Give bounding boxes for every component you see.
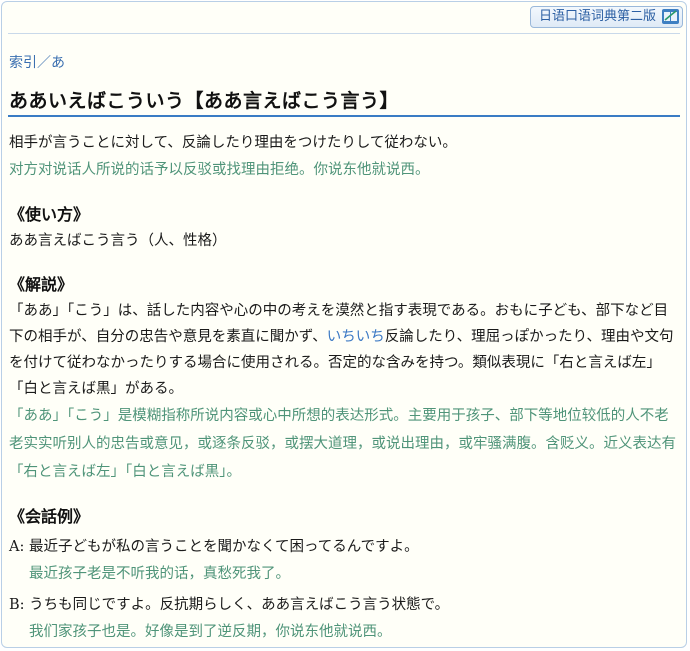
explanation-jp: 「ああ」「こう」は、話した内容や心の中の考えを漠然と指す表現である。おもに子ども… — [9, 298, 678, 402]
dictionary-name: 日语口语词典第二版 — [538, 9, 656, 24]
conversation-heading: 《会話例》 — [9, 507, 90, 526]
dialogue-a-zh: 最近孩子老是不听我的话，真愁死我了。 — [29, 566, 290, 582]
dialogue-b-jp: うちも同じですよ。反抗期らしく、ああ言えばこう言う状態で。 — [29, 597, 450, 613]
breadcrumb-current-link[interactable]: あ — [51, 55, 65, 71]
dictionary-badge-button[interactable]: 日语口语词典第二版 — [529, 6, 683, 28]
dialogue-line-b: B: うちも同じですよ。反抗期らしく、ああ言えばこう言う状態で。 我们家孩子也是… — [9, 592, 678, 646]
title-underline — [8, 115, 680, 117]
usage-heading: 《使い方》 — [9, 205, 90, 224]
speaker-b: B: — [9, 597, 25, 613]
explanation-zh: 「ああ」「こう」是模糊指称所说内容或心中所想的表达形式。主要用于孩子、部下等地位… — [9, 408, 676, 480]
dictionary-window: 日语口语词典第二版 索引／あ ああいえばこういう【ああ言えばこう言う】 相手が言… — [1, 1, 687, 648]
header-divider — [8, 33, 680, 34]
entry-body: 相手が言うことに対して、反論したり理由をつけたりして従わない。 对方对说话人所说… — [9, 130, 678, 646]
itiichi-link[interactable]: いちいち — [327, 329, 385, 345]
entry-title: ああいえばこういう【ああ言えばこう言う】 — [9, 90, 400, 112]
breadcrumb-separator: ／ — [37, 55, 51, 71]
dialogue-b-zh: 我们家孩子也是。好像是到了逆反期，你说东他就说西。 — [29, 624, 392, 640]
dialogue-a-jp: 最近子どもが私の言うことを聞かなくて困ってるんですよ。 — [28, 539, 419, 555]
usage-jp: ああ言えばこう言う（人、性格） — [9, 233, 227, 249]
breadcrumb: 索引／あ — [9, 52, 65, 72]
book-icon — [662, 9, 679, 24]
explanation-heading: 《解説》 — [9, 275, 74, 294]
breadcrumb-index-link[interactable]: 索引 — [9, 55, 37, 71]
speaker-a: A: — [9, 539, 25, 555]
dialogue-line-a: A: 最近子どもが私の言うことを聞かなくて困ってるんですよ。 最近孩子老是不听我… — [9, 534, 678, 588]
definition-jp: 相手が言うことに対して、反論したり理由をつけたりして従わない。 — [9, 135, 457, 151]
definition-zh: 对方对说话人所说的话予以反驳或找理由拒绝。你说东他就说西。 — [9, 162, 430, 178]
